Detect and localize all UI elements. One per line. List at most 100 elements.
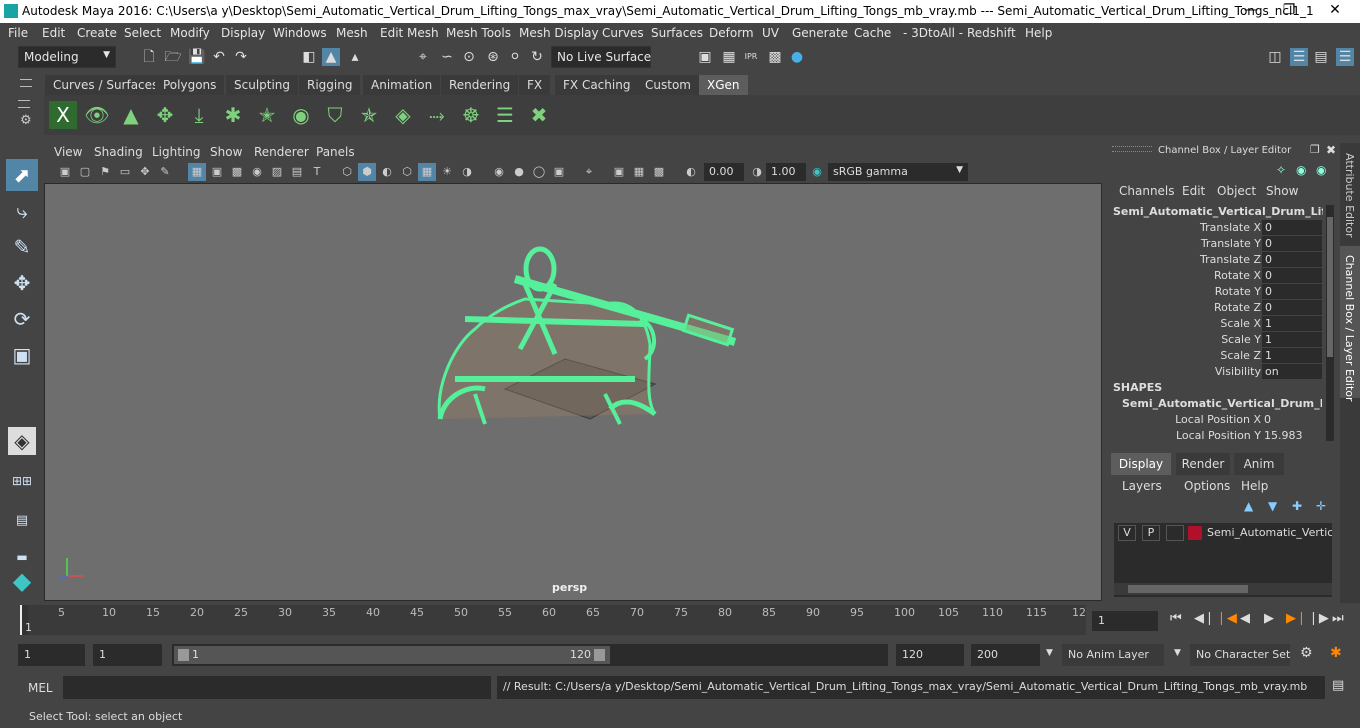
range-end-handle[interactable] [594,649,605,661]
attr-visibility[interactable]: Visibility [1104,365,1261,378]
go-to-start-icon[interactable]: ⏮ [1170,611,1182,626]
xgen-preview-icon[interactable]: 👁 [83,101,111,129]
drum-tongs-model[interactable] [437,246,737,425]
field-chart-icon[interactable]: ▨ [268,163,286,181]
menu-create[interactable]: Create [77,26,117,40]
menu-uv[interactable]: UV [762,26,779,40]
tab-curves-surfaces[interactable]: Curves / Surfaces [45,75,167,95]
cb-menu-object[interactable]: Object [1217,184,1256,198]
speed-icon[interactable]: ◉ [1296,163,1306,177]
tab-custom[interactable]: Custom [637,75,699,95]
menu-cache[interactable]: Cache [854,26,891,40]
attr-rotate-x[interactable]: Rotate X [1104,269,1261,282]
layer-name[interactable]: Semi_Automatic_Vertical [1207,526,1332,539]
snap-grid-icon[interactable]: ⌖ [414,48,432,66]
menu-edit-mesh[interactable]: Edit Mesh [380,26,439,40]
menu-curves[interactable]: Curves [602,26,644,40]
value-visibility[interactable]: on [1262,364,1322,379]
layer-playback-toggle[interactable]: P [1142,525,1160,541]
open-scene-icon[interactable]: 🗁 [164,48,182,66]
smooth-shade-icon[interactable]: ⬢ [358,163,376,181]
panel-menu-panels[interactable]: Panels [316,145,355,159]
xgen-grid-icon[interactable]: ◈ [389,101,417,129]
tab-sculpting[interactable]: Sculpting [226,75,299,95]
drag-handle-icon[interactable] [1112,146,1152,152]
value-scale-y[interactable]: 1 [1262,332,1322,347]
xgen-sculpt-icon[interactable]: ⤓ [185,101,213,129]
gamma-icon[interactable]: ◑ [748,163,766,181]
scene-end-field[interactable]: 200 [971,644,1040,666]
range-bar[interactable]: 1 120 [174,646,610,664]
timeline-track[interactable]: 1 5 10 15 20 25 30 35 40 45 50 55 60 65 … [20,605,1086,635]
depth-of-field-icon[interactable]: ▣ [550,163,568,181]
four-view-icon[interactable]: ⊞⊞ [6,465,38,497]
new-layer-selected-icon[interactable]: ✛ [1316,499,1326,513]
tab-display[interactable]: Display [1111,453,1171,475]
select-object-icon[interactable]: ▲ [322,48,340,66]
xray-joints-icon[interactable]: ▦ [630,163,648,181]
shadows-icon[interactable]: ◑ [458,163,476,181]
xgen-attach-icon[interactable]: ✭ [253,101,281,129]
xgen-window-icon[interactable]: X [49,101,77,129]
cb-menu-edit[interactable]: Edit [1182,184,1205,198]
new-layer-icon[interactable]: ✚ [1292,499,1302,513]
xgen-add-guides-icon[interactable]: ✥ [151,101,179,129]
film-gate-icon[interactable]: ▣ [208,163,226,181]
attr-translate-y[interactable]: Translate Y [1104,237,1261,250]
xgen-view-icon[interactable]: ◉ [287,101,315,129]
shelf-settings-icon[interactable]: ⚙ [20,113,32,128]
shape-name[interactable]: Semi_Automatic_Vertical_Drum_Lifti... [1122,397,1322,410]
menu-3dtoall[interactable]: - 3DtoAll - [903,26,963,40]
manipulator-icon[interactable]: ✧ [1276,163,1286,177]
panel-menu-renderer[interactable]: Renderer [254,145,309,159]
mel-label[interactable]: MEL [28,681,53,695]
tab-fx-caching[interactable]: FX Caching [555,75,639,95]
float-panel-icon[interactable]: ❐ [1310,143,1320,156]
attr-rotate-y[interactable]: Rotate Y [1104,285,1261,298]
play-forwards-icon[interactable]: ▶ [1264,611,1274,626]
viewport-canvas[interactable] [45,184,1101,600]
panel-menu-shading[interactable]: Shading [94,145,143,159]
menu-surfaces[interactable]: Surfaces [651,26,703,40]
ipr-render-icon[interactable]: IPR [742,48,760,66]
tab-channel-box-layer-editor[interactable]: Channel Box / Layer Editor [1343,255,1356,402]
attr-local-position-y[interactable]: Local Position Y [1104,429,1261,442]
paint-select-icon[interactable]: ✎ [6,231,38,263]
attr-local-position-x[interactable]: Local Position X [1104,413,1261,426]
close-icon[interactable]: ✕ [1326,2,1344,20]
move-layer-down-icon[interactable]: ▼ [1268,499,1277,513]
play-backwards-icon[interactable]: ◀ [1240,611,1250,626]
tab-render[interactable]: Render [1176,453,1230,475]
step-back-icon[interactable]: ◀❘ [1194,611,1215,626]
menu-file[interactable]: File [8,26,28,40]
viewport-persp[interactable]: persp [44,183,1102,601]
scene-start-field[interactable]: 1 [18,644,85,666]
tab-polygons[interactable]: Polygons [155,75,225,95]
modeling-toolkit-icon[interactable]: ☰ [1290,48,1308,66]
safe-action-icon[interactable]: ▤ [288,163,306,181]
layer-menu-options[interactable]: Options [1184,479,1230,493]
layer-visibility-toggle[interactable]: V [1118,525,1136,541]
scrollbar-thumb[interactable] [1327,217,1333,357]
exposure-field[interactable]: 0.00 [704,163,744,181]
snap-surface-icon[interactable]: ⚪ [506,48,524,66]
save-scene-icon[interactable]: 💾 [188,48,206,66]
tab-anim[interactable]: Anim [1234,453,1284,475]
bookmark-icon[interactable]: ⚑ [96,163,114,181]
scale-tool-icon[interactable]: ▣ [6,339,38,371]
grease-pencil-icon[interactable]: ✎ [156,163,174,181]
value-rotate-z[interactable]: 0 [1262,300,1322,315]
value-translate-z[interactable]: 0 [1262,252,1322,267]
playback-end-field[interactable]: 120 [896,644,964,666]
xgen-grass-icon[interactable]: ✯ [355,101,383,129]
select-hierarchy-icon[interactable]: ◧ [300,48,318,66]
script-editor-icon[interactable]: ▤ [1332,678,1344,693]
menu-deform[interactable]: Deform [709,26,754,40]
mode-dropdown[interactable]: Modeling ▼ [18,46,116,68]
tab-animation[interactable]: Animation [363,75,441,95]
value-translate-x[interactable]: 0 [1262,220,1322,235]
textured-icon[interactable]: ▦ [418,163,436,181]
step-back-key-icon[interactable]: ❘◀ [1216,611,1237,626]
channel-box-toggle-icon[interactable]: ☰ [1336,48,1354,66]
wireframe-on-shaded-icon[interactable]: ⬡ [398,163,416,181]
